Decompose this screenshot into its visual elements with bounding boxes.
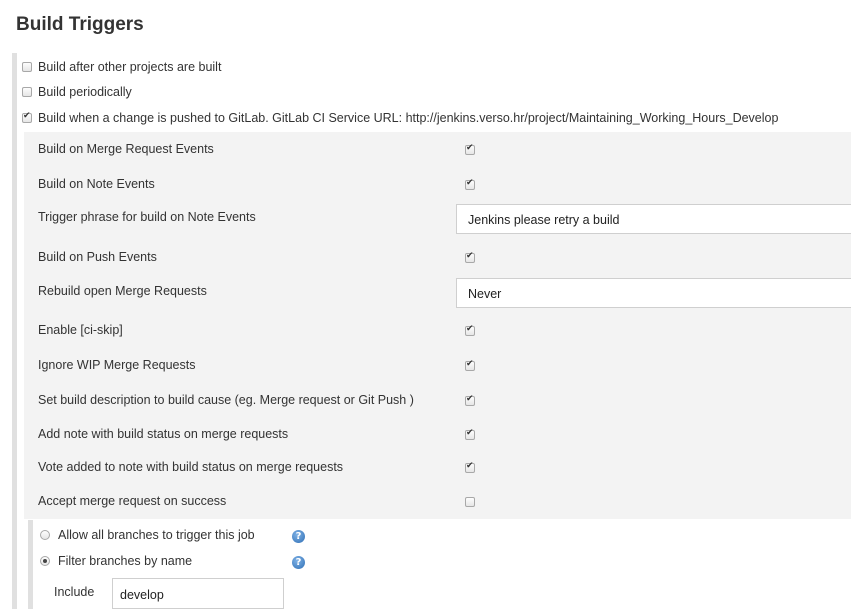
help-icon[interactable]: ? [292, 556, 305, 569]
ci-skip-checkbox[interactable] [465, 324, 475, 336]
include-label: Include [54, 585, 95, 599]
ignore-wip-label: Ignore WIP Merge Requests [38, 358, 196, 372]
build-periodically-checkbox[interactable] [22, 87, 32, 97]
merge-request-events-label: Build on Merge Request Events [38, 142, 214, 156]
option-row-push-events: Build on Push Events [24, 240, 851, 275]
set-description-label: Set build description to build cause (eg… [38, 393, 414, 407]
allow-all-branches-radio[interactable] [40, 530, 50, 540]
option-row-ci-skip: Enable [ci-skip] [24, 313, 851, 348]
option-row-set-description: Set build description to build cause (eg… [24, 383, 851, 418]
option-row-note-events: Build on Note Events [24, 167, 851, 202]
accept-mr-checkbox[interactable] [465, 497, 475, 507]
option-row-add-note: Add note with build status on merge requ… [24, 417, 851, 452]
push-events-checkbox[interactable] [465, 251, 475, 263]
filter-branches-by-name-label: Filter branches by name [58, 554, 193, 568]
accept-mr-label: Accept merge request on success [38, 494, 227, 508]
push-events-label: Build on Push Events [38, 250, 157, 264]
option-row-accept-mr: Accept merge request on success [24, 484, 851, 519]
trigger-phrase-input[interactable]: Jenkins please retry a build [456, 204, 851, 234]
build-on-gitlab-push-checkbox[interactable] [22, 111, 32, 123]
rebuild-open-mr-select[interactable]: Never [456, 278, 851, 308]
vote-added-label: Vote added to note with build status on … [38, 460, 344, 474]
option-row-merge-request-events: Build on Merge Request Events [24, 132, 851, 167]
ignore-wip-checkbox[interactable] [465, 359, 475, 371]
set-description-checkbox[interactable] [465, 394, 475, 406]
note-events-label: Build on Note Events [38, 177, 155, 191]
option-row-vote-added: Vote added to note with build status on … [24, 450, 851, 485]
add-note-checkbox[interactable] [465, 428, 475, 440]
filter-branches-by-name-radio[interactable] [40, 556, 50, 566]
build-on-gitlab-push-label: Build when a change is pushed to GitLab.… [38, 111, 779, 125]
add-note-label: Add note with build status on merge requ… [38, 427, 289, 441]
option-row-ignore-wip: Ignore WIP Merge Requests [24, 348, 851, 383]
allow-all-branches-label: Allow all branches to trigger this job [58, 528, 255, 542]
rebuild-open-mr-label: Rebuild open Merge Requests [38, 284, 207, 298]
section-indent-bar [12, 53, 17, 609]
branch-filter-indent-bar [28, 520, 33, 609]
merge-request-events-checkbox[interactable] [465, 143, 475, 155]
help-icon[interactable]: ? [292, 530, 305, 543]
ci-skip-label: Enable [ci-skip] [38, 323, 123, 337]
trigger-phrase-label: Trigger phrase for build on Note Events [38, 210, 256, 224]
build-periodically-label: Build periodically [38, 85, 132, 99]
section-title: Build Triggers [16, 14, 144, 35]
include-branches-input[interactable]: develop [112, 578, 284, 609]
build-after-other-projects-label: Build after other projects are built [38, 60, 222, 74]
section-header: Build Triggers [0, 0, 851, 44]
vote-added-checkbox[interactable] [465, 461, 475, 473]
note-events-checkbox[interactable] [465, 178, 475, 190]
build-after-other-projects-checkbox[interactable] [22, 62, 32, 72]
gitlab-options-panel: Build on Merge Request Events Build on N… [24, 132, 851, 519]
